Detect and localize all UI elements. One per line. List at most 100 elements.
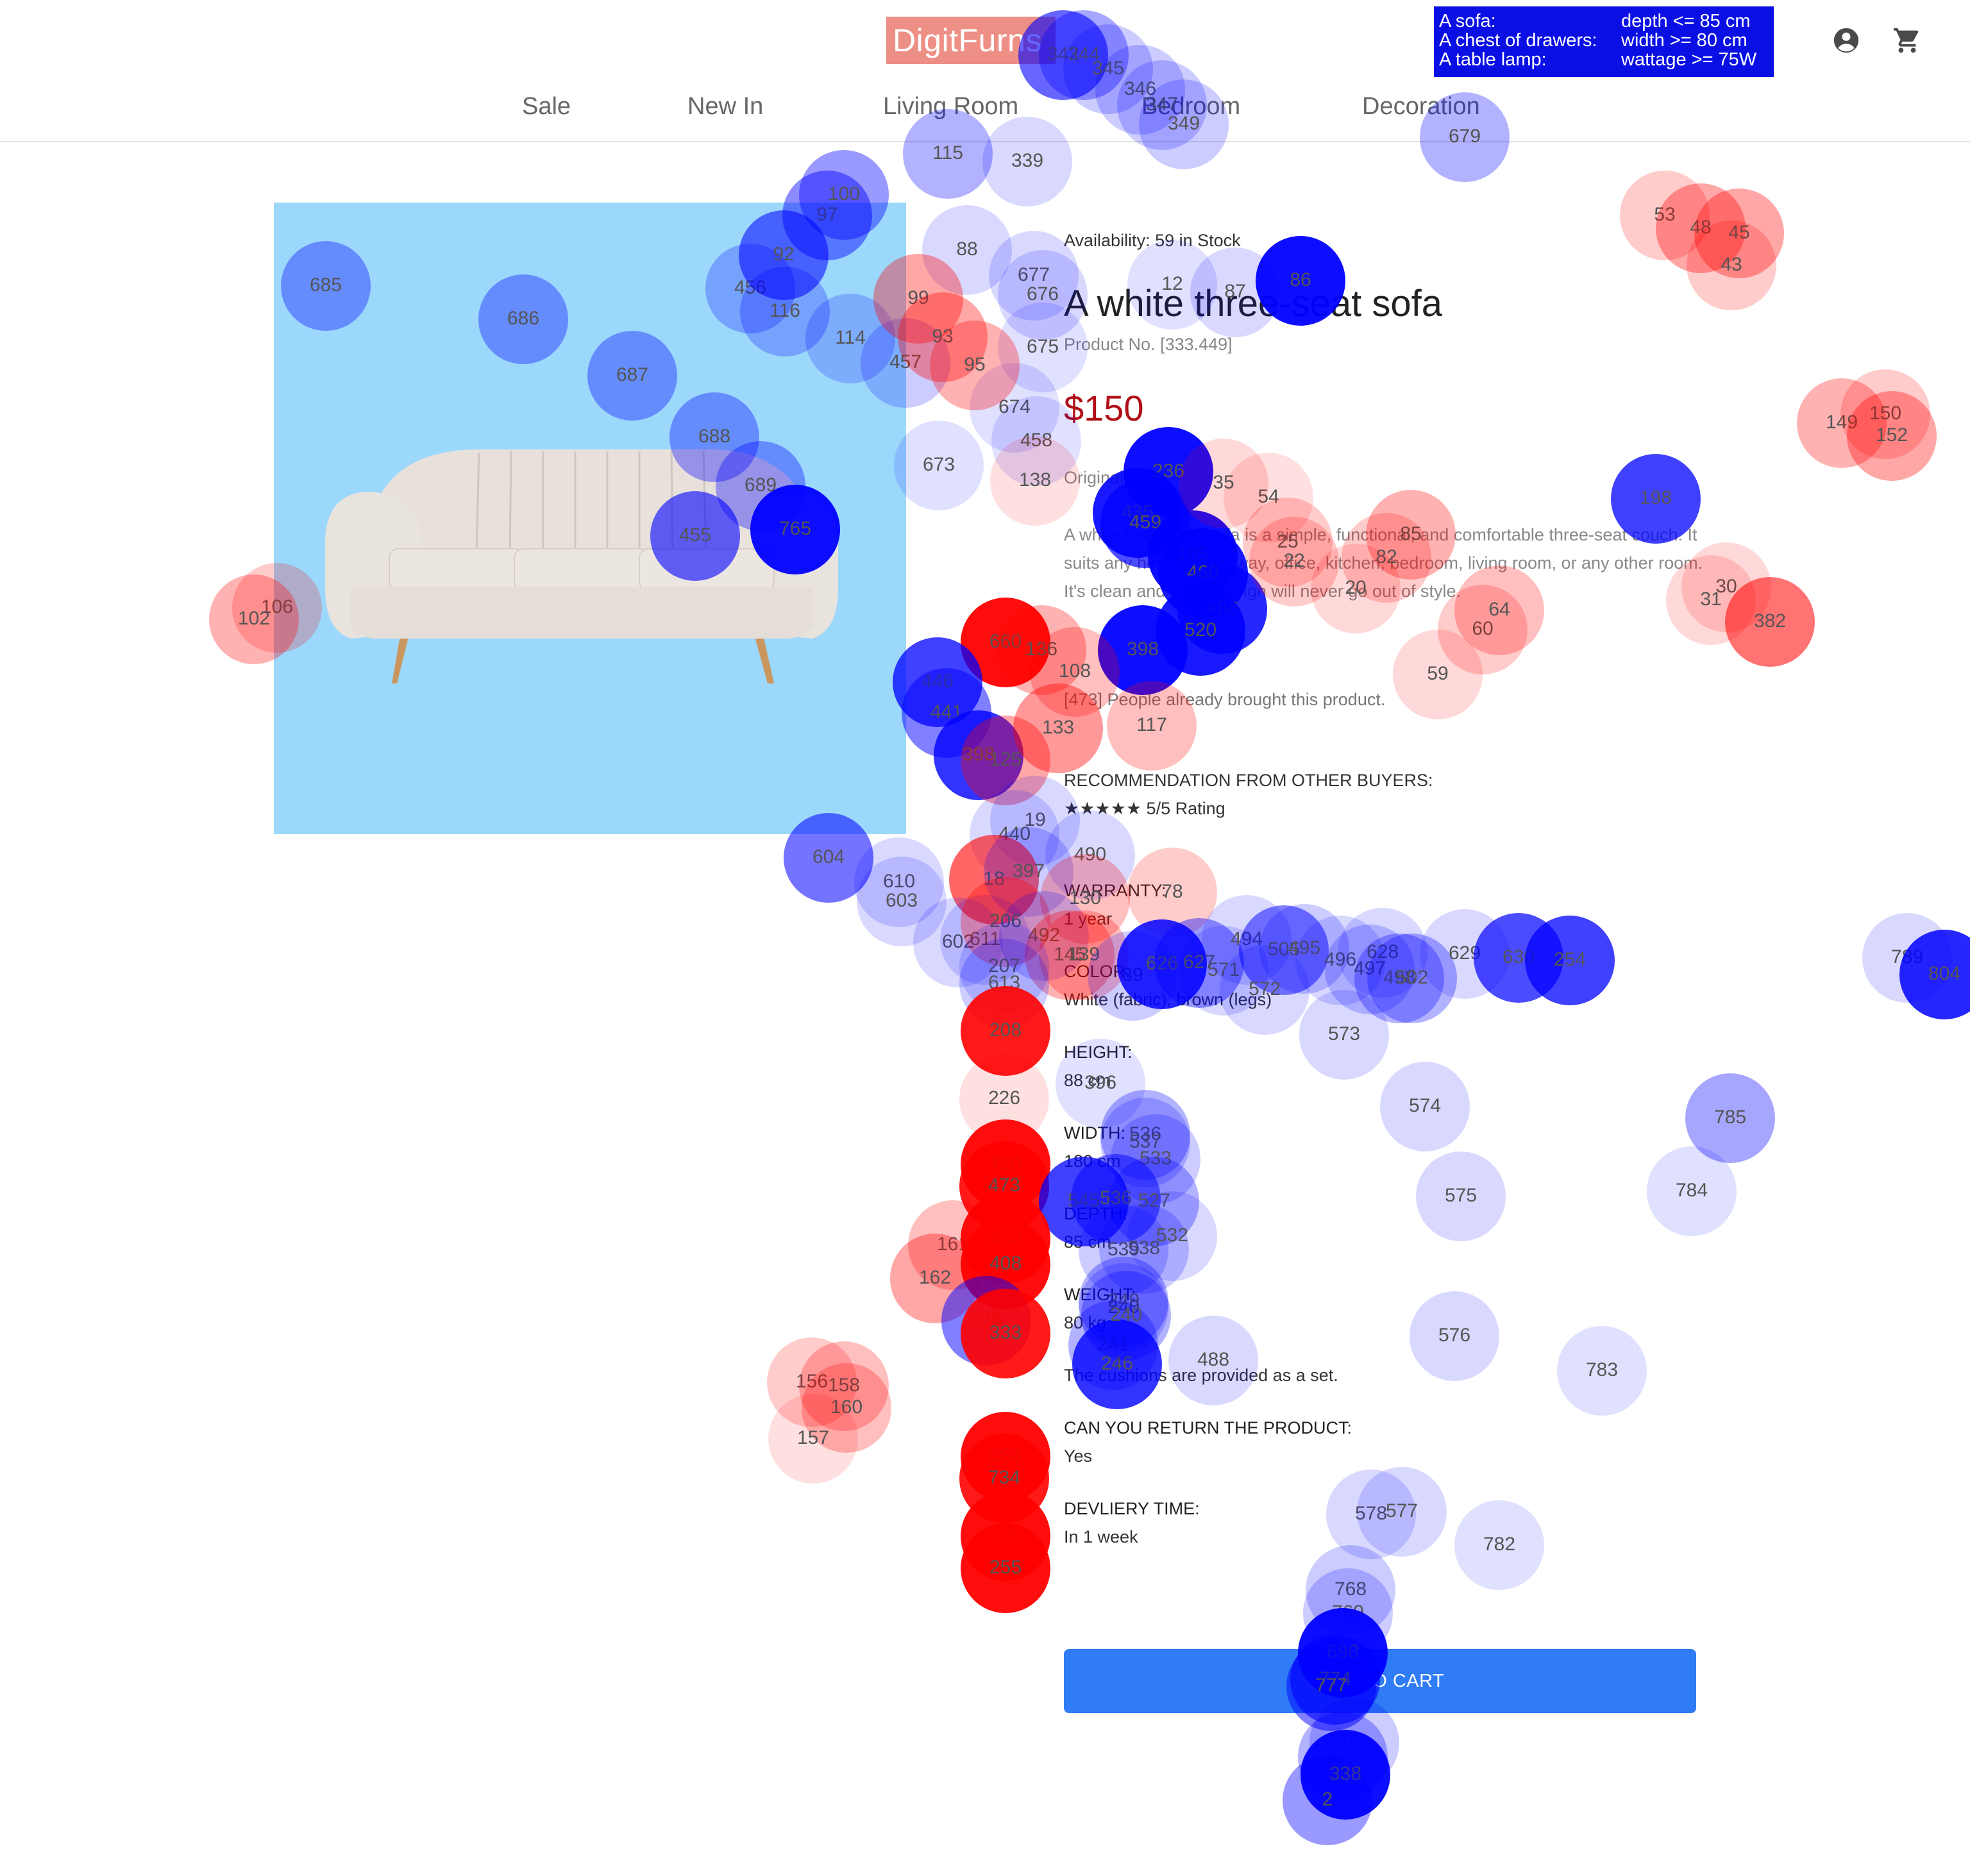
nav-new-in[interactable]: New In xyxy=(687,93,763,121)
gaze-fixation-label: 494 xyxy=(1231,928,1263,950)
gaze-fixation: 95 xyxy=(930,321,1020,410)
gaze-fixation: 408 xyxy=(961,1219,1050,1309)
gaze-fixation: 673 xyxy=(894,421,984,510)
gaze-fixation-circle xyxy=(997,605,1086,695)
gaze-fixation-label: 254 xyxy=(1554,949,1586,970)
nav-sale[interactable]: Sale xyxy=(522,93,571,121)
gaze-fixation-circle xyxy=(1295,916,1385,1005)
spec-label-warranty: WARRANTY: xyxy=(1064,881,1166,900)
gaze-fixation-label: 602 xyxy=(942,931,974,952)
gaze-fixation-circle xyxy=(961,1219,1050,1309)
task-condition: depth <= 85 cm xyxy=(1621,11,1751,31)
gaze-fixation-label: 30 xyxy=(1715,576,1737,597)
spec-label-width: WIDTH: xyxy=(1064,1123,1125,1143)
product-description: A white three-seat sofa is a simple, fun… xyxy=(1064,525,1703,601)
gaze-fixation-circle xyxy=(949,835,1039,925)
brand-logo[interactable]: DigitFurns xyxy=(886,17,1056,64)
gaze-fixation-circle xyxy=(902,668,991,758)
gaze-fixation-label: 573 xyxy=(1328,1023,1360,1044)
rating: ★★★★★ 5/5 Rating xyxy=(1064,799,1225,819)
gaze-fixation-label: 675 xyxy=(1027,336,1059,357)
gaze-fixation: 674 xyxy=(970,363,1059,453)
account-circle-icon[interactable] xyxy=(1831,26,1861,55)
shopping-cart-icon[interactable] xyxy=(1892,26,1923,55)
gaze-fixation: 43 xyxy=(1687,221,1776,310)
gaze-fixation: 630 xyxy=(1474,913,1563,1003)
gaze-fixation-label: 2 xyxy=(1322,1789,1333,1810)
gaze-fixation: 602 xyxy=(913,898,1003,987)
gaze-fixation: 610 xyxy=(854,837,944,927)
gaze-fixation: 532 xyxy=(1127,1191,1217,1281)
gaze-fixation-circle xyxy=(893,637,982,727)
gaze-fixation-label: 108 xyxy=(1059,660,1091,682)
gaze-fixation-label: 398 xyxy=(963,744,995,765)
gaze-fixation-label: 125 xyxy=(989,749,1022,770)
gaze-fixation-label: 440 xyxy=(998,823,1031,844)
nav-decoration[interactable]: Decoration xyxy=(1362,93,1480,121)
gaze-fixation-label: 397 xyxy=(1013,860,1045,882)
gaze-fixation-label: 149 xyxy=(1826,412,1858,433)
gaze-fixation-circle xyxy=(1862,913,1952,1003)
gaze-fixation: 150 xyxy=(1840,369,1930,459)
gaze-fixation-label: 99 xyxy=(907,287,929,308)
gaze-fixation-label: 789 xyxy=(1891,946,1923,967)
gaze-fixation: 782 xyxy=(1454,1500,1544,1590)
gaze-fixation-label: 240 xyxy=(1110,1304,1142,1325)
gaze-fixation-circle xyxy=(930,321,1020,410)
gaze-fixation: 382 xyxy=(1725,577,1815,667)
gaze-fixation-circle xyxy=(1557,1326,1647,1416)
gaze-fixation: 789 xyxy=(1862,913,1952,1003)
gaze-fixation-label: 676 xyxy=(1027,283,1059,305)
gaze-fixation: 156 xyxy=(767,1337,857,1427)
gaze-fixation-circle xyxy=(1357,1467,1447,1557)
gaze-fixation-circle xyxy=(799,1341,889,1431)
gaze-fixation-label: 533 xyxy=(1140,1148,1172,1169)
gaze-fixation-circle xyxy=(1620,171,1710,260)
nav-bedroom[interactable]: Bedroom xyxy=(1141,93,1240,121)
gaze-fixation: 240 xyxy=(1079,1263,1168,1353)
gaze-fixation-label: 677 xyxy=(1018,264,1050,285)
gaze-fixation-label: 785 xyxy=(1714,1107,1746,1128)
gaze-fixation-circle xyxy=(961,1119,1050,1209)
gaze-fixation: 2 xyxy=(1283,1755,1372,1845)
gaze-fixation: 226 xyxy=(959,1054,1049,1144)
task-row: A table lamp: wattage >= 75W xyxy=(1439,50,1774,69)
gaze-fixation-circle xyxy=(1299,990,1389,1080)
gaze-fixation-circle xyxy=(1656,183,1746,273)
gaze-fixation: 446 xyxy=(893,637,982,727)
gaze-fixation-circle xyxy=(961,1491,1050,1581)
product-image xyxy=(274,203,906,834)
gaze-fixation-label: 156 xyxy=(796,1371,828,1392)
gaze-fixation: 783 xyxy=(1557,1326,1647,1416)
gaze-fixation: 734 xyxy=(959,1434,1049,1523)
delivery-label: DEVLIERY TIME: xyxy=(1064,1499,1200,1518)
availability-text: Availability: 59 in Stock xyxy=(1064,231,1241,250)
gaze-fixation: 769 xyxy=(1303,1568,1393,1658)
gaze-fixation-circle xyxy=(1283,1755,1372,1845)
gaze-fixation-label: 498 xyxy=(1383,967,1415,988)
gaze-fixation-circle xyxy=(802,1363,891,1453)
gaze-fixation-circle xyxy=(1303,1568,1393,1658)
gaze-fixation: 804 xyxy=(1899,930,1970,1019)
nav-living-room[interactable]: Living Room xyxy=(883,93,1018,121)
gaze-fixation-circle xyxy=(1694,188,1784,278)
gaze-fixation-label: 157 xyxy=(797,1427,829,1448)
gaze-fixation: 254 xyxy=(1525,916,1615,1005)
gaze-fixation-label: 539 xyxy=(1107,1239,1140,1260)
gaze-fixation-label: 628 xyxy=(1367,941,1399,962)
gaze-fixation-circle xyxy=(961,716,1050,805)
gaze-fixation-label: 206 xyxy=(989,910,1022,932)
gaze-fixation-circle xyxy=(1899,930,1970,1019)
add-to-cart-button[interactable]: ADD TO CART xyxy=(1064,1649,1696,1713)
recommendation-label: RECOMMENDATION FROM OTHER BUYERS: xyxy=(1064,771,1433,790)
gaze-fixation-label: 782 xyxy=(1483,1534,1515,1555)
gaze-fixation-label: 161 xyxy=(937,1234,969,1255)
gaze-fixation-circle xyxy=(961,986,1050,1076)
gaze-fixation-label: 505 xyxy=(1268,939,1300,960)
gaze-fixation-circle xyxy=(857,857,947,946)
gaze-fixation: 206 xyxy=(961,877,1050,967)
gaze-fixation-circle xyxy=(1098,605,1188,695)
gaze-fixation-label: 339 xyxy=(1011,150,1043,171)
spec-label-depth: DEPTH: xyxy=(1064,1204,1128,1223)
gaze-fixation-circle xyxy=(1420,909,1510,999)
